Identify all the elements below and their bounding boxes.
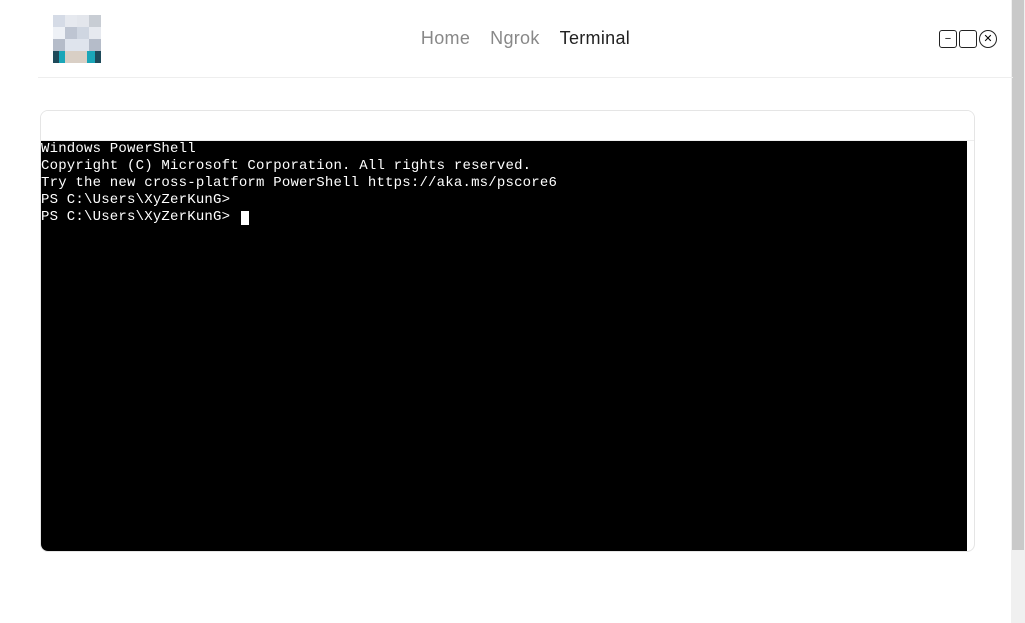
terminal-panel: Windows PowerShellCopyright (C) Microsof… <box>40 110 975 552</box>
logo-pixel <box>89 15 101 27</box>
logo-pixel <box>89 39 101 51</box>
terminal-output[interactable]: Windows PowerShellCopyright (C) Microsof… <box>41 141 967 551</box>
terminal-line: PS C:\Users\XyZerKunG> <box>41 192 967 209</box>
logo-pixel <box>77 39 89 51</box>
scrollbar-track[interactable] <box>1011 0 1025 623</box>
logo-pixel <box>53 27 65 39</box>
terminal-cursor <box>241 211 249 225</box>
terminal-line: Copyright (C) Microsoft Corporation. All… <box>41 158 967 175</box>
terminal-line: Windows PowerShell <box>41 141 967 158</box>
window-controls: − ✕ <box>939 30 997 48</box>
scrollbar-thumb[interactable] <box>1012 0 1024 550</box>
logo-pixel <box>95 51 101 63</box>
terminal-title-bar[interactable] <box>41 111 974 141</box>
logo-pixel <box>77 15 89 27</box>
logo-pixel <box>65 51 77 63</box>
logo-pixel <box>65 15 77 27</box>
minimize-button[interactable]: − <box>939 30 957 48</box>
minimize-icon: − <box>945 34 951 45</box>
close-button[interactable]: ✕ <box>979 30 997 48</box>
main-nav: Home Ngrok Terminal <box>421 28 630 49</box>
close-icon: ✕ <box>983 34 992 45</box>
logo-pixel <box>89 27 101 39</box>
logo-pixel <box>53 15 65 27</box>
logo-pixel <box>65 39 77 51</box>
terminal-line: Try the new cross-platform PowerShell ht… <box>41 175 967 192</box>
maximize-button[interactable] <box>959 30 977 48</box>
nav-home[interactable]: Home <box>421 28 470 49</box>
terminal-line: PS C:\Users\XyZerKunG> <box>41 209 967 226</box>
nav-ngrok[interactable]: Ngrok <box>490 28 540 49</box>
logo-pixel <box>65 27 77 39</box>
nav-terminal[interactable]: Terminal <box>560 28 630 49</box>
logo-pixel <box>77 27 89 39</box>
page-container: Home Ngrok Terminal − ✕ Windows PowerShe… <box>38 0 1013 552</box>
logo-pixel <box>53 39 65 51</box>
header: Home Ngrok Terminal − ✕ <box>38 0 1013 78</box>
logo-avatar[interactable] <box>53 15 101 63</box>
